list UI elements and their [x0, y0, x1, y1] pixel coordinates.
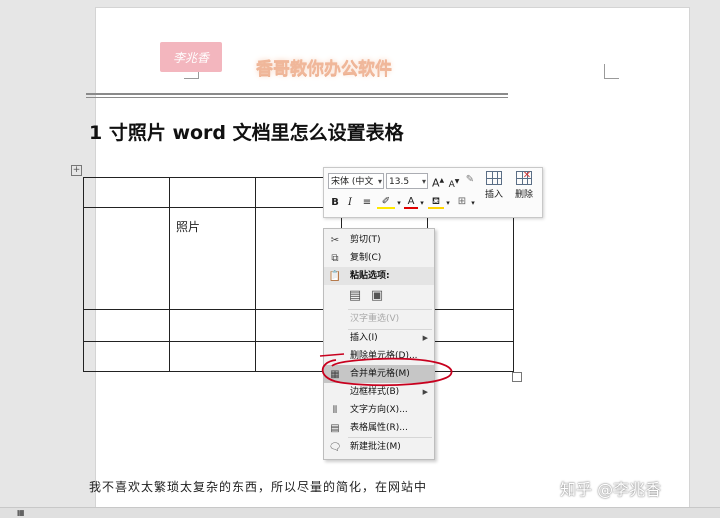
table-insert-icon [486, 171, 502, 185]
menu-item-label: 删除单元格(D)... [350, 351, 418, 361]
menu-item-paste-options: 📋 粘贴选项: [324, 267, 434, 285]
menu-item-label: 插入(I) [350, 333, 378, 343]
font-color-icon: A [407, 196, 415, 207]
italic-button[interactable]: I [344, 196, 356, 210]
menu-item-label: 汉字重选(V) [350, 314, 400, 324]
menu-item-cut[interactable]: ✂ 剪切(T) [324, 231, 434, 249]
header-rule-thin [86, 97, 508, 98]
header-logo-text: 香哥教你办公软件 [256, 59, 392, 79]
clipboard-icon: 📋 [328, 271, 342, 282]
menu-item-table-properties[interactable]: ▤ 表格属性(R)... [324, 419, 434, 437]
table-cell[interactable] [83, 309, 170, 342]
zhihu-watermark: 知乎 @李兆香 [560, 480, 662, 499]
highlight-color-icon[interactable]: ✐ [377, 195, 395, 209]
table-delete-icon [516, 171, 532, 185]
font-name-select[interactable]: 宋体 (中文 ▾ [328, 173, 384, 189]
comment-icon: 🗨 [328, 442, 342, 453]
table-cell[interactable] [83, 207, 170, 310]
scissors-icon: ✂ [330, 235, 340, 246]
font-size-value: 13.5 [389, 177, 410, 187]
paste-picture-icon[interactable]: ▣ [368, 287, 386, 305]
menu-item-border-styles[interactable]: 边框样式(B) ▶ [324, 383, 434, 401]
table-cell[interactable] [427, 309, 514, 342]
copy-icon: ⧉ [331, 253, 339, 264]
bold-button[interactable]: B [329, 196, 341, 210]
chevron-down-icon[interactable]: ▾ [419, 196, 425, 210]
menu-item-delete-cells[interactable]: 删除单元格(D)... [324, 347, 434, 365]
menu-item-label: 新建批注(M) [350, 442, 401, 452]
paste-keep-formatting-icon[interactable]: ▤ [346, 287, 364, 305]
font-size-select[interactable]: 13.5 ▾ [386, 173, 428, 189]
font-name-value: 宋体 (中文 [331, 177, 374, 187]
shading-icon[interactable]: ⛾ [428, 195, 444, 209]
table-cell[interactable] [83, 177, 170, 208]
menu-item-text-direction[interactable]: ⫴ 文字方向(X)... [324, 401, 434, 419]
menu-item-label: 合并单元格(M) [350, 369, 410, 379]
table-cell[interactable] [427, 341, 514, 372]
menu-item-insert[interactable]: 插入(I) ▶ [324, 329, 434, 347]
menu-item-label: 复制(C) [350, 253, 382, 263]
document-heading[interactable]: 1 寸照片 word 文档里怎么设置表格 [89, 118, 404, 145]
menu-item-hanzi-reselect: 汉字重选(V) [324, 310, 434, 328]
margin-corner-top-right [604, 64, 619, 79]
chevron-right-icon: ▶ [422, 334, 428, 342]
grow-font-button[interactable]: A▲ [432, 174, 444, 191]
header-rule [86, 93, 508, 95]
seal-logo: 李兆香 [160, 42, 222, 72]
table-cell[interactable] [169, 177, 256, 208]
chevron-down-icon[interactable]: ▾ [445, 196, 451, 210]
menu-item-label: 表格属性(R)... [350, 423, 408, 433]
menu-item-label: 文字方向(X)... [350, 405, 408, 415]
borders-icon[interactable]: ⊞ [455, 195, 469, 209]
status-bar-icon: ▦ [17, 508, 25, 517]
delete-label: 删除 [514, 190, 533, 200]
delete-button[interactable]: 删除 [512, 171, 536, 200]
menu-item-label: 剪切(T) [350, 235, 381, 245]
align-center-icon[interactable]: ≡ [360, 196, 374, 210]
table-properties-icon: ▤ [330, 423, 340, 434]
table-move-handle-icon[interactable]: + [71, 165, 82, 176]
photo-label: 照片 [176, 220, 201, 234]
chevron-down-icon: ▾ [421, 177, 426, 186]
table-cell[interactable] [169, 341, 256, 372]
chevron-down-icon: ▾ [377, 177, 382, 186]
table-cell[interactable] [169, 309, 256, 342]
context-menu: ✂ 剪切(T) ⧉ 复制(C) 📋 粘贴选项: ▤ ▣ 汉字重选(V) 插入(I… [323, 228, 435, 460]
table-cell[interactable] [427, 207, 514, 310]
mini-toolbar: 宋体 (中文 ▾ 13.5 ▾ A▲ A▼ ✎ 插入 删除 B I ≡ ✐ ▾ … [323, 167, 543, 218]
body-paragraph[interactable]: 我不喜欢太繁琐太复杂的东西，所以尽量的简化，在网站中 [89, 478, 427, 495]
grow-font-icon: A [432, 176, 440, 190]
font-color-button[interactable]: A [404, 195, 418, 209]
chevron-down-icon[interactable]: ▾ [470, 196, 476, 210]
table-resize-handle[interactable] [512, 372, 522, 382]
chevron-down-icon[interactable]: ▾ [396, 196, 402, 210]
insert-button[interactable]: 插入 [482, 171, 506, 200]
menu-item-merge-cells[interactable]: ▦ 合并单元格(M) [324, 365, 434, 383]
chevron-right-icon: ▶ [422, 388, 428, 396]
menu-item-copy[interactable]: ⧉ 复制(C) [324, 249, 434, 267]
text-direction-icon: ⫴ [332, 405, 338, 416]
status-bar [0, 507, 720, 518]
format-painter-icon[interactable]: ✎ [464, 173, 476, 187]
insert-label: 插入 [484, 190, 503, 200]
table-cell[interactable] [83, 341, 170, 372]
photo-cell[interactable]: 照片 [169, 207, 256, 310]
menu-item-label: 粘贴选项: [350, 271, 390, 281]
shrink-font-button[interactable]: A▼ [448, 175, 460, 192]
menu-item-new-comment[interactable]: 🗨 新建批注(M) [324, 438, 434, 456]
menu-item-label: 边框样式(B) [350, 387, 400, 397]
merge-cells-icon: ▦ [330, 369, 340, 380]
